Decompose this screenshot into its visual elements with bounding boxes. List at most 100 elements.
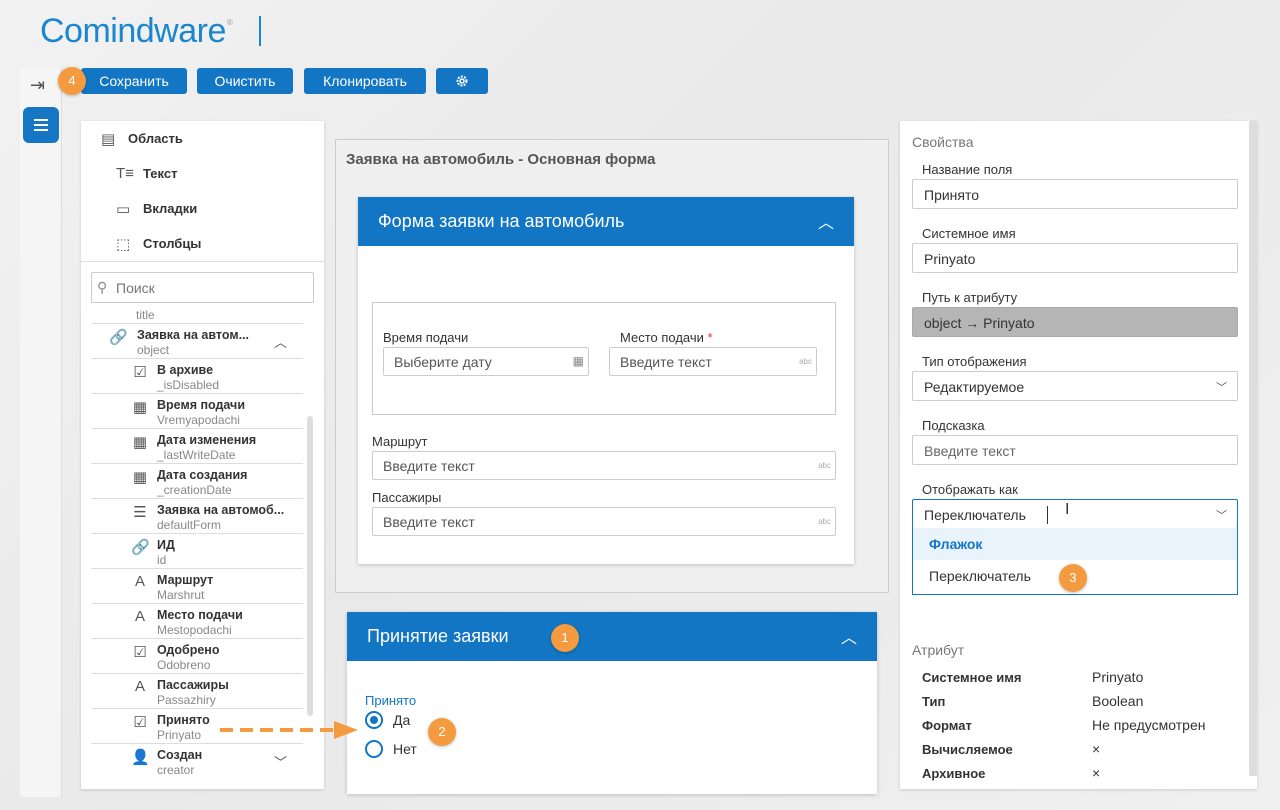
calendar-icon: ▦ [132,434,148,451]
text-attribute-icon: A [134,573,145,590]
route-field[interactable]: Введите текст abc [372,451,836,480]
clear-button[interactable]: Очистить [197,68,293,94]
tree-item-sub: _lastWriteDate [157,448,236,462]
show-as-label: Отображать как [922,482,1018,497]
chevron-down-icon[interactable]: ﹀ [274,752,287,771]
attribute-value: × [1092,765,1101,781]
callout-badge-2: 2 [428,718,456,746]
tree-item-title: Место подачи [157,608,243,622]
tree-item-title: Принято [157,713,210,727]
properties-scrollbar[interactable] [1249,121,1257,776]
user-icon: 👤 [131,749,150,766]
tree-item-title: Пассажиры [157,678,229,692]
tree-item-title: Одобрено [157,643,220,657]
attribute-value: Prinyato [1092,669,1144,685]
tree-group[interactable]: 🔗 Заявка на автом... object ︿ [91,323,303,358]
tree-partial-row: title [136,308,155,322]
tree-scrollbar[interactable] [307,416,313,716]
tree-item[interactable]: ▦ Время подачи Vremyapodachi [91,393,303,428]
show-as-select[interactable]: Переключатель ﹀ [912,499,1238,529]
acceptance-card: Принятие заявки ︿ Принято Да Нет [347,612,877,794]
left-strip [20,67,62,797]
clone-button[interactable]: Клонировать [304,68,426,94]
chevron-up-icon[interactable]: ︿ [818,209,834,233]
comindware-logo: Comindware® [40,12,233,50]
tree-item-sub: id [157,553,167,567]
tree-item[interactable]: ▦ Дата создания _creationDate [91,463,303,498]
callout-badge-3: 3 [1059,564,1087,592]
field-name-label: Название поля [922,162,1013,177]
attribute-path-label: Путь к атрибуту [922,290,1018,305]
control-area[interactable]: Область [128,131,183,146]
tree-item-title: Маршрут [157,573,214,587]
tree-item-sub: _creationDate [157,483,232,497]
tree-item[interactable]: ☰ Заявка на автомоб... defaultForm [91,498,303,533]
control-columns[interactable]: Столбцы [143,236,201,251]
card-header[interactable]: Принятие заявки ︿ [347,612,877,661]
form-title: Заявка на автомобиль - Основная форма [346,151,656,168]
chevron-up-icon[interactable]: ︿ [274,332,287,351]
tree-item-title: Дата создания [157,468,248,482]
route-label: Маршрут [372,434,428,449]
tree-item[interactable]: ☑ В архиве _isDisabled [91,358,303,393]
properties-panel: Свойства Название поля Принято Системное… [900,121,1257,789]
control-text[interactable]: Текст [143,166,177,181]
attribute-key: Системное имя [922,670,1022,685]
tree-item[interactable]: 👤 Создан creator ﹀ [91,743,303,778]
calendar-icon[interactable]: ▦ [573,354,584,368]
tree-item-sub: creator [157,763,195,777]
chevron-up-icon[interactable]: ︿ [841,624,857,648]
attribute-title: Атрибут [912,642,965,658]
tabs-icon: ▭ [116,201,131,218]
panel-divider [81,261,324,262]
tree-item-sub: defaultForm [157,518,222,532]
calendar-icon: ▦ [132,469,148,486]
menu-button[interactable] [23,107,59,143]
tree-item[interactable]: A Место подачи Mestopodachi [91,603,303,638]
text-icon: T≡ [116,165,134,182]
tree-item[interactable]: A Пассажиры Passazhiry [91,673,303,708]
attribute-value: Boolean [1092,693,1144,709]
attribute-key: Тип [922,694,946,709]
properties-title: Свойства [912,134,974,150]
search-input[interactable]: ⚲ Поиск [91,272,314,303]
tree-item-sub: Mestopodachi [157,623,232,637]
display-mode-label: Тип отображения [922,354,1027,369]
logo-divider [259,16,261,46]
attribute-value: Не предусмотрен [1092,717,1206,733]
chevron-down-icon: ﹀ [1216,382,1227,394]
settings-button[interactable] [436,68,488,94]
tree-item-sub: Prinyato [157,728,202,742]
tree-item[interactable]: 🔗 ИД id [91,533,303,568]
collapse-panel-icon[interactable]: ⇥ [30,75,45,96]
control-tabs[interactable]: Вкладки [143,201,197,216]
tree-item-title: В архиве [157,363,214,377]
tree-item[interactable]: A Маршрут Marshrut [91,568,303,603]
save-button[interactable]: Сохранить [81,68,187,94]
radio-yes[interactable] [365,711,383,729]
link-icon: 🔗 [131,539,150,556]
display-mode-select[interactable]: Редактируемое ﹀ [912,371,1238,401]
system-name-input[interactable]: Prinyato [912,243,1238,273]
tree-item-title: ИД [157,538,175,552]
card-header[interactable]: Форма заявки на автомобиль ︿ [358,197,854,246]
search-icon: ⚲ [97,279,108,295]
text-caret [1047,506,1048,524]
radio-no-label: Нет [393,741,417,757]
columns-icon: ⬚ [116,236,131,253]
hint-input[interactable]: Введите текст [912,435,1238,465]
passengers-field[interactable]: Введите текст abc [372,507,836,536]
field-name-input[interactable]: Принято [912,179,1238,209]
tree-item-sub: Vremyapodachi [157,413,240,427]
text-attribute-icon: A [134,678,145,695]
tree-item-title: Время подачи [157,398,246,412]
place-field[interactable]: Введите текст abc [609,347,817,376]
tree-item[interactable]: ☑ Одобрено Odobreno [91,638,303,673]
tree-item[interactable]: ▦ Дата изменения _lastWriteDate [91,428,303,463]
radio-no[interactable] [365,740,383,758]
time-field[interactable]: Выберите дату ▦ [383,347,589,376]
tree-item-sub: Odobreno [157,658,211,672]
left-panel: ▤ Область T≡ Текст ▭ Вкладки ⬚ Столбцы ⚲… [81,121,324,789]
attribute-key: Вычисляемое [922,742,1013,757]
option-checkbox[interactable]: Флажок [913,528,1237,560]
